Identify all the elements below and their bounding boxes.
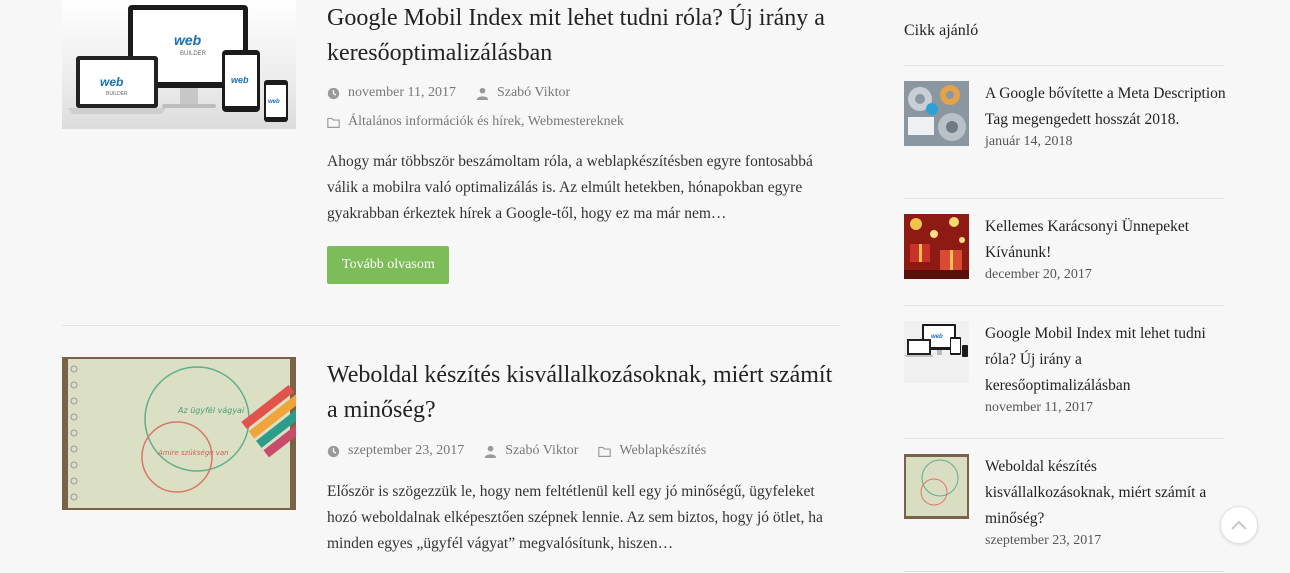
scroll-top-button[interactable] — [1220, 506, 1258, 544]
sidebar-item-text: Weboldal készítés kisvállalkozásoknak, m… — [985, 454, 1227, 549]
post-list: web BUILDER web BUILDER web web Google M… — [62, 0, 840, 552]
divider — [904, 65, 1224, 66]
divider — [904, 438, 1224, 439]
user-icon — [476, 87, 489, 100]
sidebar-thumbnail[interactable] — [904, 81, 969, 146]
svg-text:Az ügyfél vágyai: Az ügyfél vágyai — [177, 405, 245, 415]
sidebar-item-text: Kellemes Karácsonyi Ünnepeket Kívánunk! … — [985, 214, 1227, 283]
post-body: Google Mobil Index mit lehet tudni róla?… — [327, 0, 842, 284]
post-date[interactable]: szeptember 23, 2017 — [327, 442, 464, 460]
post-categories: Általános információk és hírek, Webmeste… — [327, 113, 842, 131]
divider — [904, 571, 1224, 572]
sidebar-thumbnail[interactable] — [904, 214, 969, 279]
sidebar-item-text: Google Mobil Index mit lehet tudni róla?… — [985, 321, 1227, 416]
folder-icon — [327, 117, 340, 128]
post-date[interactable]: november 11, 2017 — [327, 84, 456, 102]
category-link[interactable]: Általános információk és hírek — [348, 114, 521, 129]
clock-icon — [327, 445, 340, 457]
post-author[interactable]: Szabó Viktor — [476, 84, 570, 102]
post-thumbnail[interactable]: web BUILDER web BUILDER web web — [62, 0, 296, 129]
clock-icon — [327, 87, 340, 99]
post-body: Weboldal készítés kisvállalkozásoknak, m… — [327, 357, 842, 557]
category-link[interactable]: Webmestereknek — [528, 114, 624, 129]
post-author-text: Szabó Viktor — [505, 443, 579, 458]
folder-icon — [598, 446, 612, 457]
svg-text:Amire szüksége van: Amire szüksége van — [157, 449, 229, 457]
post-author[interactable]: Szabó Viktor — [484, 442, 578, 460]
post-excerpt: Ahogy már többször beszámoltam róla, a w… — [327, 153, 813, 222]
read-more-button[interactable]: Tovább olvasom — [327, 246, 449, 284]
svg-text:web: web — [231, 75, 249, 85]
chevron-up-icon — [1231, 520, 1247, 530]
sidebar-item-date: november 11, 2017 — [985, 400, 1093, 415]
post-title[interactable]: Google Mobil Index mit lehet tudni róla?… — [327, 1, 842, 71]
sidebar-item-title[interactable]: Google Mobil Index mit lehet tudni róla?… — [985, 321, 1227, 399]
post-meta: szeptember 23, 2017 Szabó Viktor Weblapk… — [327, 442, 842, 460]
christmas-thumbnail — [904, 214, 969, 279]
svg-text:web: web — [100, 75, 123, 89]
sidebar-thumbnail[interactable] — [904, 454, 969, 519]
svg-text:web: web — [268, 99, 280, 105]
svg-text:BUILDER: BUILDER — [106, 91, 128, 97]
post-date-text: november 11, 2017 — [348, 85, 456, 100]
svg-text:BUILDER: BUILDER — [180, 51, 207, 57]
sidebar-item-date: december 20, 2017 — [985, 267, 1092, 282]
post-excerpt: Először is szögezzük le, hogy nem feltét… — [327, 483, 823, 552]
sidebar-item-date: szeptember 23, 2017 — [985, 533, 1102, 548]
post-title[interactable]: Weboldal készítés kisvállalkozásoknak, m… — [327, 358, 842, 428]
devices-thumbnail: web — [904, 321, 969, 383]
sidebar-item-title[interactable]: A Google bővítette a Meta Description Ta… — [985, 81, 1227, 133]
svg-text:web: web — [931, 334, 943, 340]
divider — [904, 305, 1224, 306]
sidebar-thumbnail[interactable]: web — [904, 321, 969, 383]
divider — [904, 198, 1224, 199]
notebook-thumbnail — [904, 454, 969, 519]
post-thumbnail[interactable]: Az ügyfél vágyai Amire szüksége van — [62, 357, 296, 510]
notebook-illustration: Az ügyfél vágyai Amire szüksége van — [62, 357, 296, 510]
sidebar-item-title[interactable]: Weboldal készítés kisvállalkozásoknak, m… — [985, 454, 1227, 532]
category-link[interactable]: Weblapkészítés — [619, 442, 706, 460]
svg-text:web: web — [174, 32, 202, 48]
post-categories: Weblapkészítés — [598, 442, 706, 460]
devices-illustration: web BUILDER web BUILDER web web — [68, 5, 288, 122]
sidebar-item-date: január 14, 2018 — [985, 134, 1073, 149]
gears-thumbnail — [904, 81, 969, 146]
category-separator: , — [521, 114, 528, 129]
post-author-text: Szabó Viktor — [496, 85, 571, 100]
sidebar-item-text: A Google bővítette a Meta Description Ta… — [985, 81, 1227, 150]
sidebar-item-title[interactable]: Kellemes Karácsonyi Ünnepeket Kívánunk! — [985, 214, 1227, 266]
user-icon — [485, 445, 497, 458]
post-date-text: szeptember 23, 2017 — [348, 443, 465, 458]
widget-title: Cikk ajánló — [904, 22, 979, 39]
post-card: web BUILDER web BUILDER web web Google M… — [62, 0, 840, 326]
post-meta: november 11, 2017 Szabó Viktor — [327, 84, 842, 102]
